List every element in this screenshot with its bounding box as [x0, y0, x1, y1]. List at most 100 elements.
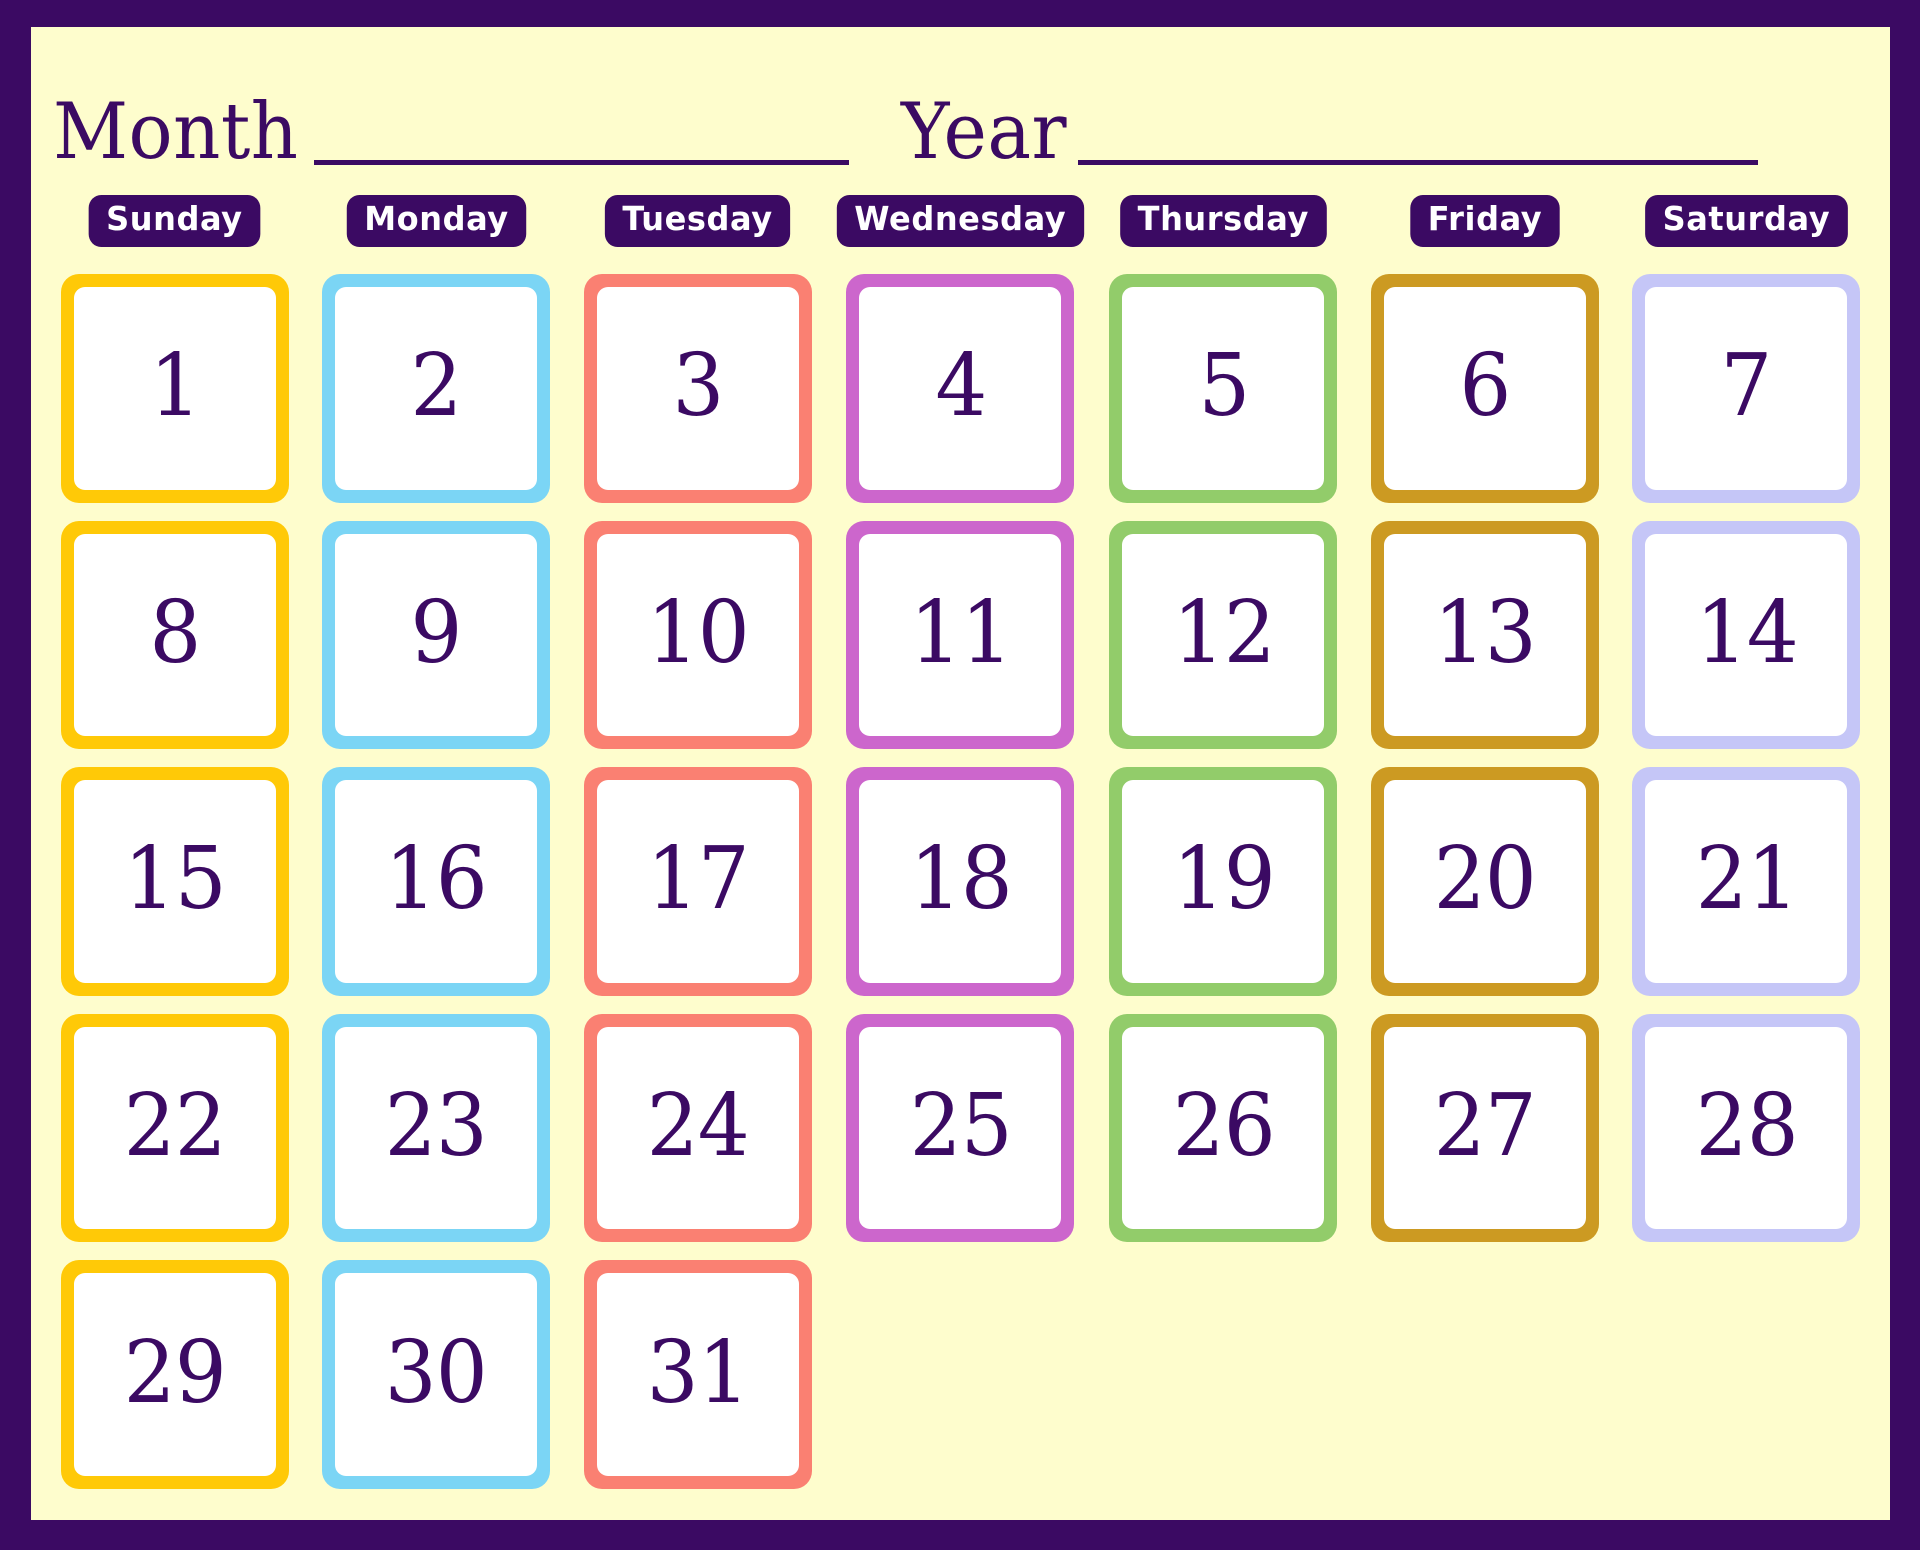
- empty-day-cell: [1621, 1251, 1872, 1498]
- day-cell[interactable]: 19: [1098, 758, 1349, 1005]
- weekday-pill-wednesday: Wednesday: [837, 195, 1084, 248]
- day-cell[interactable]: 11: [833, 512, 1088, 759]
- weekday-pill-tuesday: Tuesday: [604, 195, 791, 248]
- day-number: 1: [149, 336, 201, 437]
- day-tile: 15: [60, 767, 289, 996]
- day-tile-inner: 1: [73, 287, 276, 490]
- day-tile-inner: 22: [73, 1026, 276, 1230]
- day-tile: 26: [1109, 1013, 1338, 1243]
- day-tile-inner: 31: [596, 1273, 799, 1476]
- day-tile: 2: [322, 274, 551, 503]
- day-cell[interactable]: 14: [1621, 512, 1872, 759]
- day-number: 18: [909, 829, 1012, 930]
- day-tile: 14: [1632, 520, 1861, 750]
- day-tile: 23: [322, 1013, 551, 1243]
- day-tile-inner: 28: [1645, 1026, 1848, 1230]
- day-number: 4: [934, 336, 987, 437]
- day-cell[interactable]: 31: [572, 1251, 823, 1498]
- day-cell[interactable]: 2: [310, 265, 561, 512]
- day-number: 3: [671, 336, 724, 437]
- day-number: 15: [123, 829, 227, 930]
- year-write-in-line[interactable]: [1077, 160, 1758, 165]
- day-cell[interactable]: 12: [1098, 512, 1349, 759]
- day-cell[interactable]: 6: [1359, 265, 1610, 512]
- day-tile-inner: 17: [596, 780, 799, 983]
- day-cell[interactable]: 15: [49, 758, 300, 1005]
- empty-day-cell: [1359, 1251, 1610, 1498]
- day-number: 11: [909, 582, 1012, 683]
- day-number: 25: [909, 1076, 1012, 1177]
- day-tile-inner: 20: [1383, 780, 1586, 983]
- day-tile: 11: [846, 520, 1075, 750]
- day-tile-inner: 15: [73, 780, 276, 983]
- day-cell[interactable]: 16: [310, 758, 561, 1005]
- day-number: 24: [646, 1076, 749, 1177]
- day-number: 8: [149, 582, 201, 683]
- day-tile: 3: [583, 274, 812, 503]
- day-tile: 18: [846, 767, 1075, 996]
- day-tile: 10: [583, 520, 812, 750]
- day-tile: 28: [1632, 1013, 1861, 1243]
- month-write-in-line[interactable]: [314, 160, 850, 165]
- day-tile: 7: [1632, 274, 1861, 503]
- day-number: 27: [1433, 1076, 1537, 1177]
- day-tile-inner: 25: [859, 1026, 1062, 1230]
- day-number: 31: [646, 1322, 749, 1423]
- day-tile: 8: [60, 520, 289, 750]
- weekday-pill-saturday: Saturday: [1645, 195, 1848, 248]
- day-tile: 21: [1632, 767, 1861, 996]
- day-tile-inner: 30: [335, 1273, 538, 1476]
- day-tile-inner: 8: [73, 533, 276, 737]
- day-cell[interactable]: 24: [572, 1005, 823, 1252]
- day-cell[interactable]: 8: [49, 512, 300, 759]
- day-tile-inner: 10: [596, 533, 799, 737]
- day-cell[interactable]: 17: [572, 758, 823, 1005]
- day-cell[interactable]: 21: [1621, 758, 1872, 1005]
- day-cell[interactable]: 26: [1098, 1005, 1349, 1252]
- day-cell[interactable]: 1: [49, 265, 300, 512]
- day-cell[interactable]: 3: [572, 265, 823, 512]
- calendar-page: Month Year Sunday Monday Tuesday Wednesday T…: [31, 27, 1890, 1520]
- weekday-header-cell: Friday: [1359, 195, 1610, 265]
- month-field-group: Month: [53, 87, 850, 177]
- day-tile: 29: [60, 1260, 289, 1489]
- day-number: 20: [1433, 829, 1537, 930]
- day-cell[interactable]: 4: [833, 265, 1088, 512]
- day-cell[interactable]: 10: [572, 512, 823, 759]
- day-tile-inner: 16: [335, 780, 538, 983]
- day-tile-inner: 2: [335, 287, 538, 490]
- day-cell[interactable]: 20: [1359, 758, 1610, 1005]
- day-tile: 24: [583, 1013, 812, 1243]
- weekday-header-cell: Tuesday: [572, 195, 823, 265]
- day-tile: 19: [1109, 767, 1338, 996]
- day-cell[interactable]: 9: [310, 512, 561, 759]
- day-cell[interactable]: 5: [1098, 265, 1349, 512]
- day-cell[interactable]: 29: [49, 1251, 300, 1498]
- day-tile-inner: 9: [335, 533, 538, 737]
- weekday-pill-friday: Friday: [1410, 195, 1560, 248]
- weekday-header-cell: Monday: [310, 195, 561, 265]
- day-number: 19: [1172, 829, 1275, 930]
- day-cell[interactable]: 30: [310, 1251, 561, 1498]
- month-label: Month: [53, 87, 299, 177]
- day-tile: 25: [846, 1013, 1075, 1243]
- day-number: 5: [1197, 336, 1250, 437]
- day-tile: 13: [1370, 520, 1599, 750]
- day-tile: 4: [846, 274, 1075, 503]
- day-cell[interactable]: 28: [1621, 1005, 1872, 1252]
- day-tile-inner: 4: [859, 287, 1062, 490]
- day-cell[interactable]: 27: [1359, 1005, 1610, 1252]
- day-tile: 6: [1370, 274, 1599, 503]
- day-cell[interactable]: 23: [310, 1005, 561, 1252]
- day-number: 30: [385, 1322, 488, 1423]
- day-tile: 17: [583, 767, 812, 996]
- day-cell[interactable]: 7: [1621, 265, 1872, 512]
- day-tile: 5: [1109, 274, 1338, 503]
- empty-day-cell: [1098, 1251, 1349, 1498]
- day-tile-inner: 5: [1122, 287, 1325, 490]
- day-cell[interactable]: 25: [833, 1005, 1088, 1252]
- day-cell[interactable]: 22: [49, 1005, 300, 1252]
- day-tile-inner: 23: [335, 1026, 538, 1230]
- day-cell[interactable]: 13: [1359, 512, 1610, 759]
- day-cell[interactable]: 18: [833, 758, 1088, 1005]
